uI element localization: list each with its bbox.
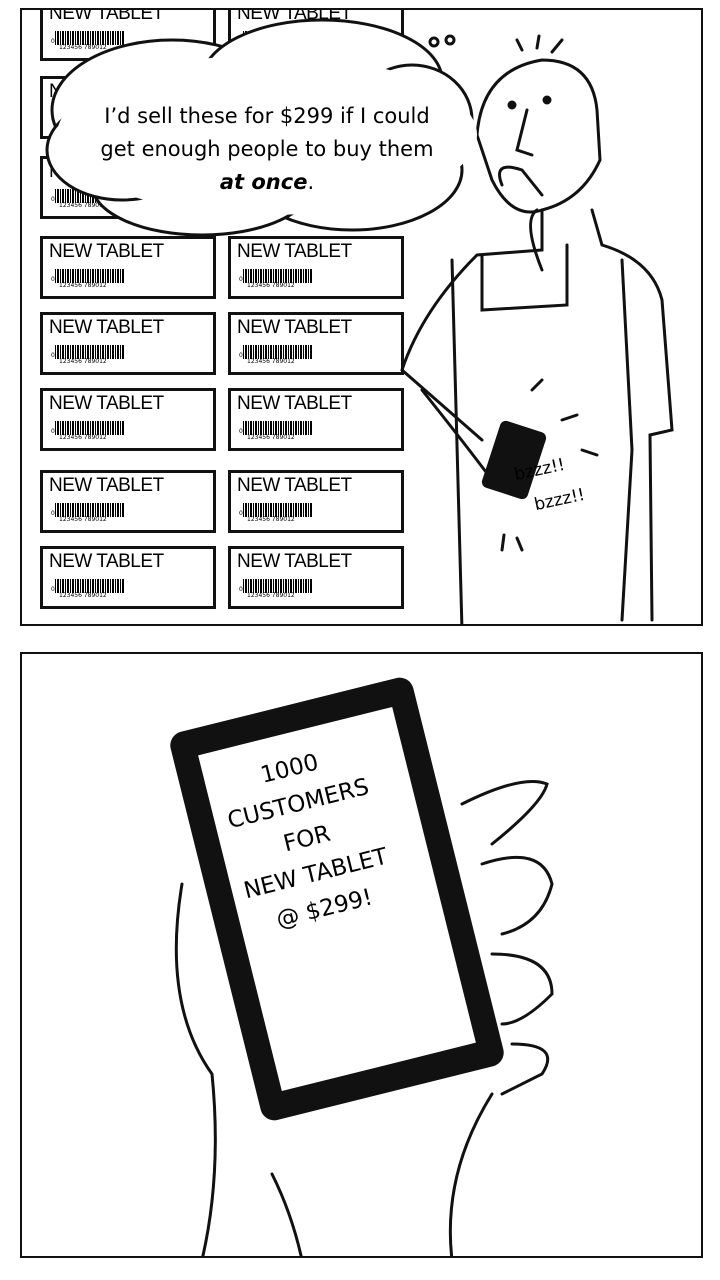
comic-panel-2: 1000 CUSTOMERS FOR NEW TABLET @ $299! — [20, 652, 703, 1258]
comic-panel-1: NEW TABLET 0 123456 789012 NEW TABLET 0 12345… — [20, 8, 703, 626]
thought-bubble-text: I’d sell these for $299 if I could get e… — [100, 104, 434, 194]
